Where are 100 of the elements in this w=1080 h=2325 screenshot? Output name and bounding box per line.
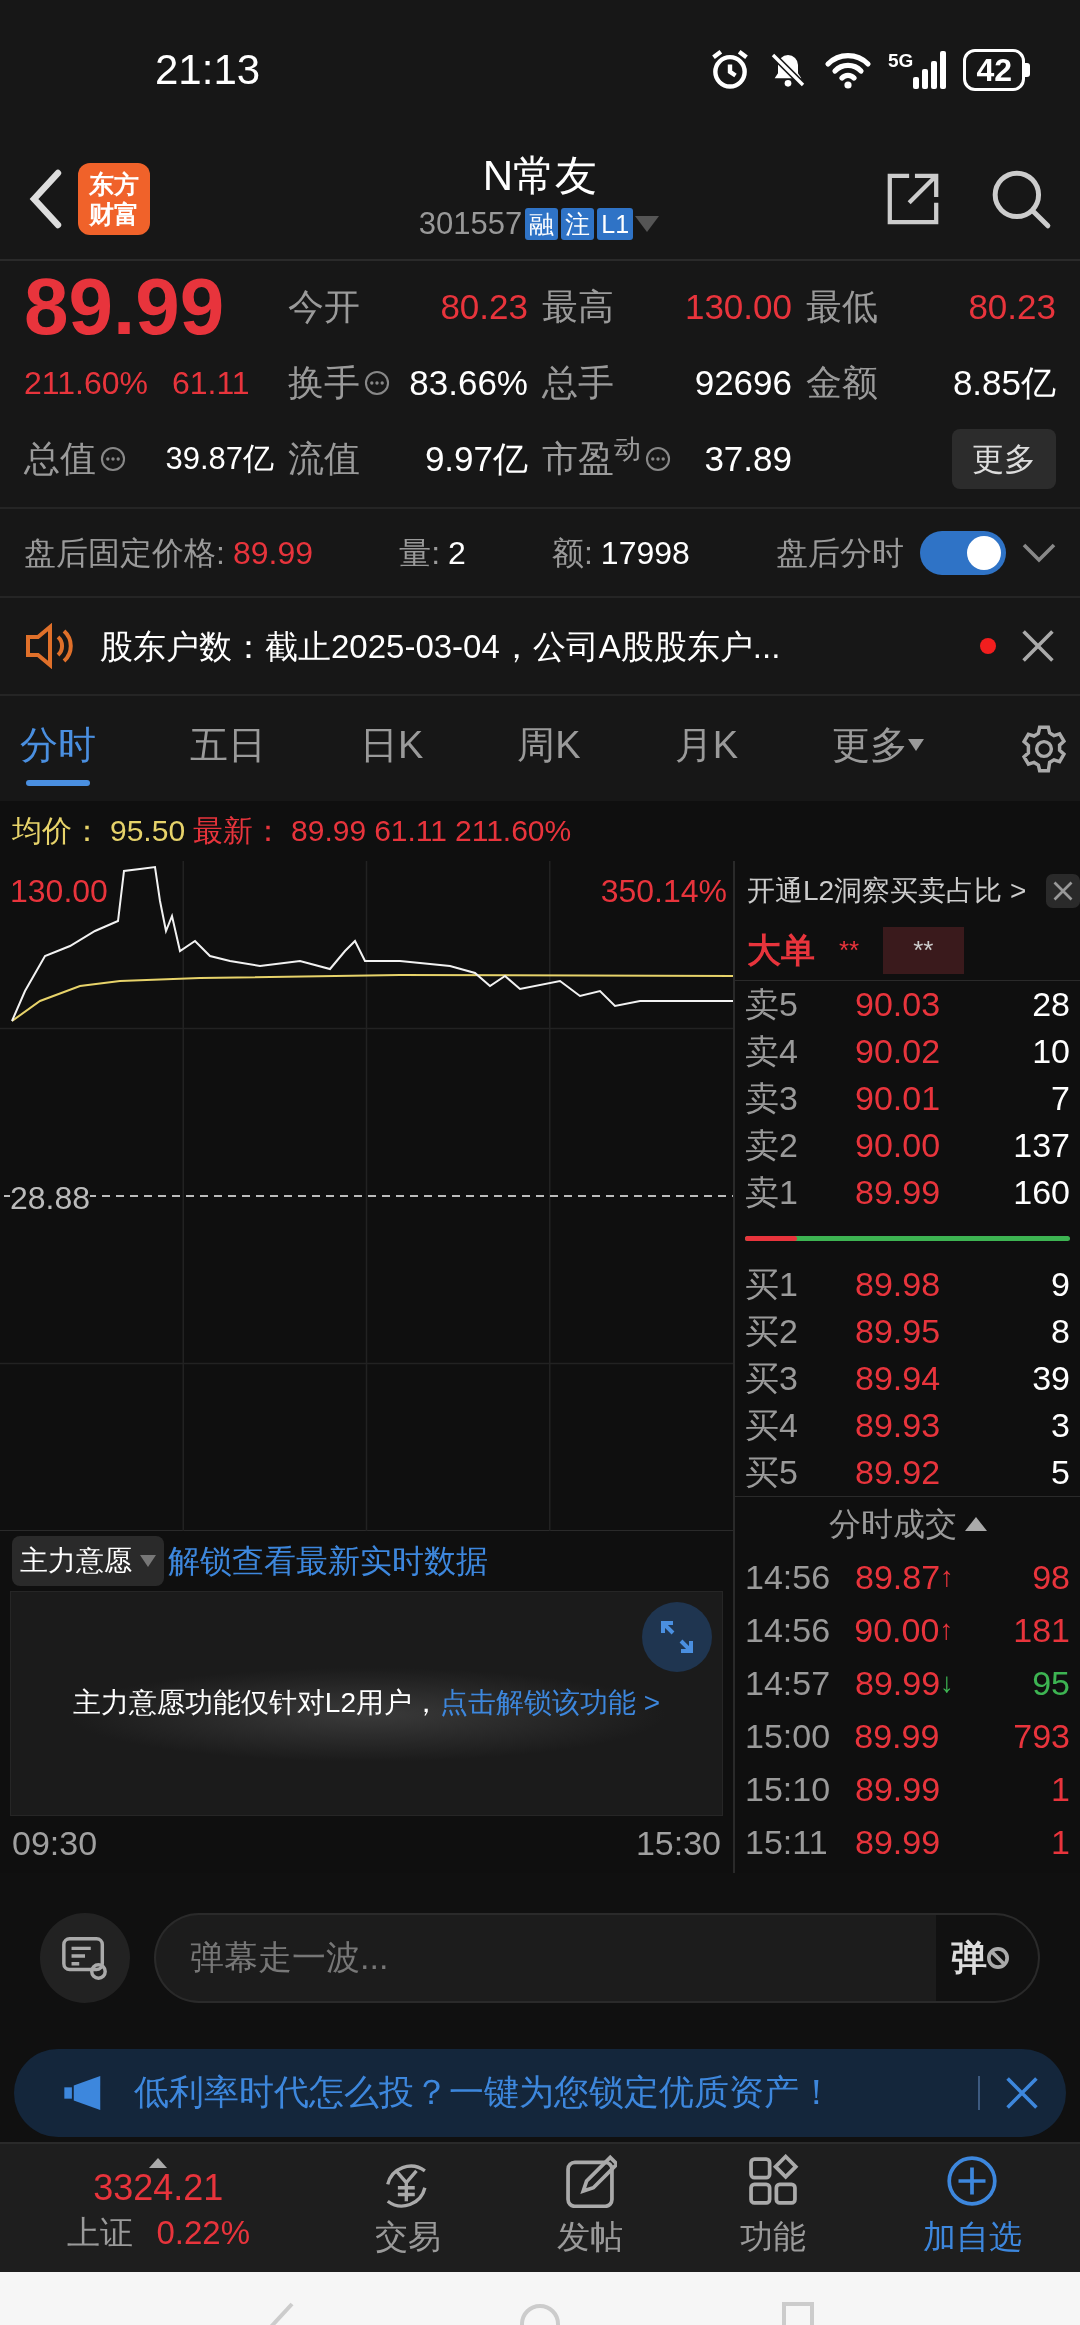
quote-summary-text: 89.99 — [291, 813, 367, 850]
network-type: 5G — [888, 50, 914, 70]
stat-value: 37.89 — [704, 438, 792, 481]
index-name: 上证 — [66, 2213, 133, 2254]
back-icon[interactable] — [28, 169, 62, 230]
level-price: 89.95 — [855, 1310, 942, 1352]
level-label: 卖3 — [745, 1077, 799, 1119]
big-order-value: ** — [883, 926, 964, 974]
nav-button[interactable]: 交易 — [374, 2150, 441, 2266]
trade-price: 89.87 — [855, 1556, 941, 1598]
change-amount: 61.11 — [171, 364, 250, 404]
unlock-link[interactable]: 解锁查看最新实时数据 — [168, 1536, 488, 1585]
stat-label: 最高 — [542, 285, 614, 330]
level-label: 买5 — [745, 1451, 799, 1493]
chart-tab[interactable]: 月K — [674, 711, 738, 786]
index-change: 0.22% — [156, 2213, 251, 2254]
stat-label: 今开 — [288, 285, 360, 330]
big-order-value: ** — [839, 933, 860, 967]
trade-time: 14:56 — [745, 1609, 832, 1651]
level-price: 90.01 — [855, 1077, 942, 1119]
level-label: 卖1 — [745, 1171, 799, 1213]
caret-down-icon — [908, 738, 924, 751]
toggle-label: 盘后分时 — [776, 533, 904, 573]
trade-time: 15:00 — [745, 1715, 832, 1757]
level-volume: 7 — [1050, 1077, 1070, 1119]
chart-tab[interactable]: 分时 — [20, 711, 96, 786]
tag-badge: 融 — [525, 208, 559, 241]
trade-volume: 1 — [1050, 1768, 1070, 1810]
stat-value: 130.00 — [684, 286, 792, 329]
field-value: 89.99 — [232, 533, 313, 573]
edit-icon — [563, 2154, 618, 2209]
nav-button[interactable]: 功能 — [740, 2150, 807, 2266]
info-icon[interactable] — [100, 446, 126, 473]
level-volume: 8 — [1050, 1310, 1070, 1352]
battery-tip — [1025, 62, 1030, 77]
level-price: 90.02 — [855, 1030, 942, 1072]
quote-summary-text: 均价： — [12, 813, 102, 850]
level-label: 卖4 — [745, 1030, 799, 1072]
trade-volume: 95 — [1031, 1662, 1070, 1704]
level-price: 89.92 — [855, 1451, 942, 1493]
info-icon[interactable] — [364, 370, 390, 397]
field-label: 量: — [399, 533, 440, 573]
level-price: 89.94 — [855, 1357, 942, 1399]
level-volume: 10 — [1031, 1030, 1070, 1072]
trade-price: 89.99 — [855, 1662, 941, 1704]
chart-tab[interactable]: 周K — [517, 711, 581, 786]
unlock-link[interactable]: 点击解锁该功能 > — [440, 1687, 661, 1719]
level-label: 买3 — [745, 1357, 799, 1399]
status-time: 21:13 — [155, 45, 261, 96]
axis-label: 350.14% — [600, 871, 727, 911]
stat-value: 39.87亿 — [165, 440, 274, 479]
trade-price: 89.99 — [854, 1715, 940, 1757]
level-label: 买2 — [745, 1310, 799, 1352]
time-label: 09:30 — [12, 1822, 98, 1864]
field-label: 额: — [551, 533, 593, 573]
info-icon[interactable] — [645, 446, 671, 473]
stat-label: 总手 — [542, 361, 614, 406]
quote-summary-text: 61.11 — [374, 813, 447, 850]
caret-up-icon — [149, 2158, 168, 2169]
caret-up-icon[interactable] — [964, 1516, 987, 1531]
toggle-switch[interactable] — [920, 530, 1006, 575]
trade-price: 89.99 — [855, 1821, 941, 1863]
trade-arrow: ↑ — [940, 1560, 955, 1595]
indicator-dropdown[interactable]: 主力意愿 — [12, 1535, 164, 1586]
stat-label: 总值 — [24, 437, 96, 482]
chart-tab[interactable]: 五日 — [190, 711, 266, 786]
message-text: 主力意愿功能仅针对L2用户，点击解锁该功能 > — [72, 1686, 661, 1721]
current-price: 89.99 — [24, 267, 226, 348]
level-volume: 39 — [1031, 1357, 1070, 1399]
trade-time: 15:10 — [745, 1768, 832, 1810]
app-logo[interactable]: 东方财富 — [78, 163, 150, 236]
change-percent: 211.60% — [24, 364, 148, 404]
close-icon[interactable] — [1046, 873, 1080, 908]
trade-time: 15:11 — [745, 1821, 829, 1863]
level-price: 90.03 — [855, 983, 942, 1025]
level-label: 买1 — [745, 1263, 799, 1305]
ad-banner[interactable]: 低利率时代怎么投？一键为您锁定优质资产！ — [14, 2048, 1066, 2137]
stat-label: 换手 — [288, 361, 360, 406]
chart-tab[interactable]: 更多 — [832, 711, 924, 786]
stat-value: 92696 — [694, 362, 792, 405]
nav-button[interactable]: 发帖 — [557, 2150, 624, 2266]
field-label: 盘后固定价格: — [24, 533, 225, 573]
more-button[interactable]: 更多 — [952, 429, 1056, 490]
chevron-down-icon[interactable] — [1022, 542, 1056, 563]
trade-volume: 181 — [1013, 1609, 1070, 1651]
stat-value: 80.23 — [968, 286, 1056, 329]
level-label: 卖2 — [745, 1124, 799, 1166]
level-volume: 3 — [1050, 1404, 1070, 1446]
quote-summary-text: 211.60% — [455, 813, 572, 850]
field-value: 2 — [448, 533, 466, 573]
notice-text: 股东户数：截止2025-03-04，公司A股股东户... — [100, 626, 782, 667]
stat-label: 流值 — [288, 437, 360, 482]
search-icon[interactable] — [990, 168, 1052, 231]
chart-tab[interactable]: 日K — [359, 711, 424, 786]
plus-circle-icon — [945, 2154, 1000, 2209]
trade-price: 90.00 — [854, 1609, 940, 1651]
level-price: 89.98 — [855, 1263, 942, 1305]
nav-button[interactable]: 加自选 — [922, 2150, 1022, 2266]
stat-label: 金额 — [806, 361, 878, 406]
level-price: 89.99 — [855, 1171, 942, 1213]
